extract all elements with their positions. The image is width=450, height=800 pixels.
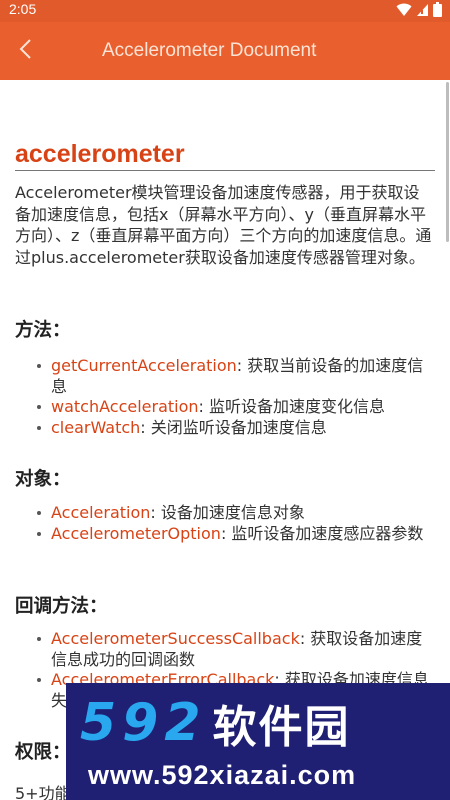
method-link[interactable]: getCurrentAcceleration xyxy=(51,356,237,375)
method-desc: : 关闭监听设备加速度信息 xyxy=(140,417,327,437)
back-button[interactable] xyxy=(10,36,40,66)
status-time: 2:05 xyxy=(9,1,37,17)
watermark-logo: 592 软件园 xyxy=(80,691,351,755)
method-link[interactable]: watchAcceleration xyxy=(51,397,199,416)
cellular-signal-icon xyxy=(416,2,429,21)
status-bar: 2:05 xyxy=(0,0,450,22)
app-bar: Accelerometer Document xyxy=(0,22,450,80)
app-title: Accelerometer Document xyxy=(102,40,317,61)
callbacks-heading: 回调方法： xyxy=(15,596,108,617)
scrollbar[interactable] xyxy=(446,82,449,242)
list-item: Acceleration: 设备加速度信息对象 xyxy=(37,503,435,524)
list-item: clearWatch: 关闭监听设备加速度信息 xyxy=(37,418,435,439)
watermark-banner: 592 软件园 www.592xiazai.com xyxy=(66,683,450,800)
methods-list: getCurrentAcceleration: 获取当前设备的加速度信息 wat… xyxy=(37,356,435,438)
permissions-text: 5+功能 xyxy=(15,784,71,800)
object-link[interactable]: Acceleration xyxy=(51,503,150,522)
wifi-icon xyxy=(396,2,412,21)
battery-icon xyxy=(433,1,442,21)
intro-paragraph: Accelerometer模块管理设备加速度传感器，用于获取设备加速度信息，包括… xyxy=(15,183,432,267)
status-icons xyxy=(396,1,442,21)
title-divider xyxy=(15,170,435,171)
object-desc: : 监听设备加速度感应器参数 xyxy=(220,523,424,543)
method-link[interactable]: clearWatch xyxy=(51,418,140,437)
watermark-url: www.592xiazai.com xyxy=(88,760,357,790)
watermark-digits: 592 xyxy=(80,693,207,753)
object-desc: : 设备加速度信息对象 xyxy=(150,503,305,522)
methods-heading: 方法： xyxy=(15,320,71,341)
objects-heading: 对象： xyxy=(15,469,71,490)
method-desc: : 监听设备加速度变化信息 xyxy=(198,397,386,416)
callback-link[interactable]: AccelerometerSuccessCallback xyxy=(51,629,300,648)
list-item: AccelerometerOption: 监听设备加速度感应器参数 xyxy=(37,524,435,545)
permissions-heading: 权限： xyxy=(15,742,71,763)
list-item: watchAcceleration: 监听设备加速度变化信息 xyxy=(37,397,435,418)
back-arrow-icon xyxy=(18,38,32,64)
page-title: accelerometer xyxy=(15,140,185,168)
objects-list: Acceleration: 设备加速度信息对象 AccelerometerOpt… xyxy=(37,503,435,544)
watermark-brand: 软件园 xyxy=(212,702,351,753)
list-item: AccelerometerSuccessCallback: 获取设备加速度信息成… xyxy=(37,629,435,670)
list-item: getCurrentAcceleration: 获取当前设备的加速度信息 xyxy=(37,356,435,397)
object-link[interactable]: AccelerometerOption xyxy=(51,524,221,543)
